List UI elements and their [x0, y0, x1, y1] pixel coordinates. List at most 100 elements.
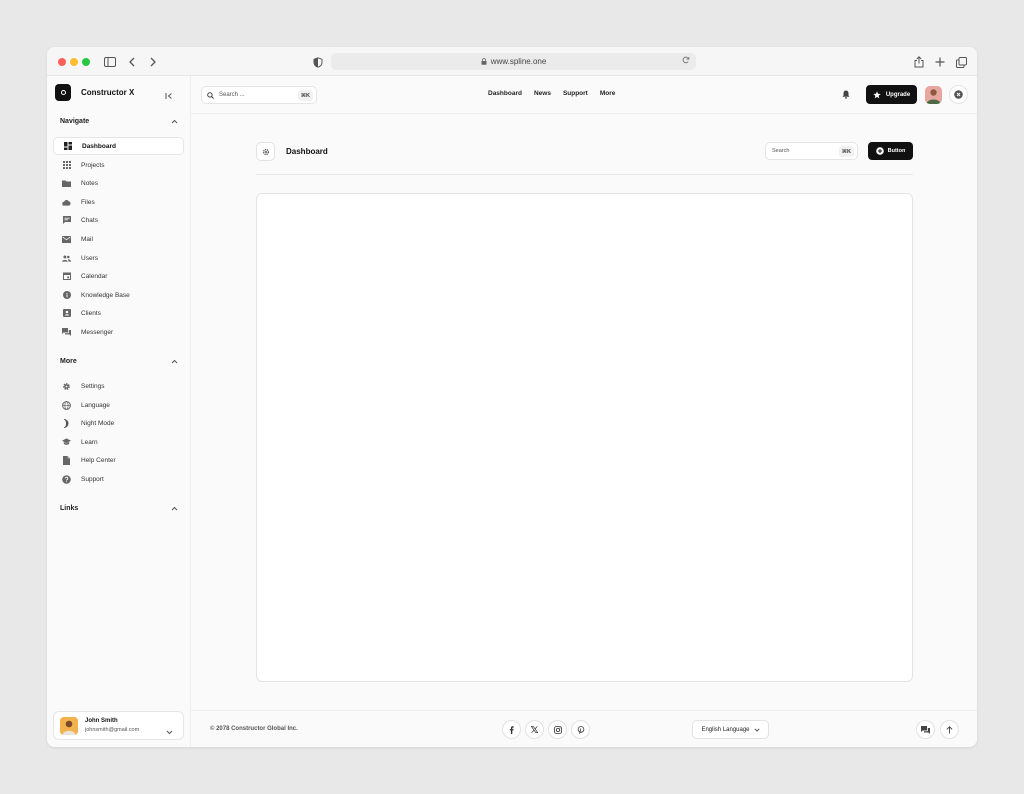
sidebar-item-label: Mail: [81, 235, 93, 243]
content-canvas: [256, 193, 913, 682]
navigate-section-header[interactable]: Navigate: [60, 118, 178, 125]
sidebar-item-label: Projects: [81, 161, 105, 169]
more-section-header[interactable]: More: [60, 358, 178, 365]
arrow-up-icon[interactable]: [940, 720, 959, 739]
moon-icon: [62, 418, 71, 428]
app-header: Search ... ⌘K Dashboard News Support Mor…: [191, 76, 977, 114]
primary-button[interactable]: Button: [868, 142, 913, 160]
footer: © 2078 Constructor Global Inc. English L…: [191, 710, 977, 747]
info-icon: [62, 291, 71, 300]
avatar: [60, 717, 78, 735]
new-tab-icon[interactable]: [933, 55, 947, 69]
sidebar-item-label: Support: [81, 475, 104, 483]
chat-icon[interactable]: [916, 720, 935, 739]
close-icon[interactable]: [949, 85, 968, 104]
upgrade-button[interactable]: Upgrade: [866, 85, 917, 104]
sidebar-item-chats[interactable]: Chats: [53, 211, 184, 229]
nav-link-news[interactable]: News: [534, 90, 551, 97]
sidebar-item-label: Knowledge Base: [81, 291, 130, 299]
sidebar-item-language[interactable]: Language: [53, 396, 184, 414]
calendar-icon: [62, 272, 71, 281]
facebook-icon[interactable]: [502, 720, 521, 739]
sidebar-item-label: Help Center: [81, 456, 116, 464]
sidebar-toggle-icon[interactable]: [103, 55, 117, 69]
brand[interactable]: Constructor X: [55, 84, 134, 101]
chevron-up-icon: [171, 359, 178, 364]
pinterest-icon[interactable]: [571, 720, 590, 739]
more-section-title: More: [60, 358, 77, 365]
sidebar-item-messenger[interactable]: Messenger: [53, 323, 184, 341]
search-icon: [207, 91, 214, 99]
sidebar-item-help-center[interactable]: Help Center: [53, 451, 184, 469]
sidebar-item-clients[interactable]: Clients: [53, 304, 184, 322]
chevron-down-icon[interactable]: [166, 722, 173, 740]
contact-icon: [62, 309, 71, 318]
page-settings-icon[interactable]: [256, 142, 275, 161]
search-shortcut: ⌘K: [297, 90, 313, 101]
sidebar-item-learn[interactable]: Learn: [53, 433, 184, 451]
browser-window: www.spline.one Constructor X Navigate Da…: [47, 47, 977, 747]
nav-link-dashboard[interactable]: Dashboard: [488, 90, 522, 97]
graduation-cap-icon: [62, 438, 71, 447]
shield-icon[interactable]: [311, 55, 325, 69]
plus-circle-icon: [875, 147, 884, 155]
sidebar-item-label: Notes: [81, 179, 98, 187]
sidebar-item-label: Messenger: [81, 328, 114, 336]
users-icon: [62, 254, 71, 263]
dashboard-icon: [63, 142, 72, 151]
sidebar-item-files[interactable]: Files: [53, 193, 184, 211]
search-input[interactable]: Search ... ⌘K: [201, 86, 317, 104]
links-section-header[interactable]: Links: [60, 505, 178, 512]
maximize-window-button[interactable]: [82, 58, 90, 66]
upgrade-label: Upgrade: [885, 91, 911, 98]
browser-titlebar: www.spline.one: [47, 47, 977, 76]
sidebar-item-label: Files: [81, 198, 95, 206]
close-window-button[interactable]: [58, 58, 66, 66]
sidebar-item-night-mode[interactable]: Night Mode: [53, 414, 184, 432]
sidebar-item-projects[interactable]: Projects: [53, 156, 184, 174]
user-card[interactable]: John Smith johnsmith@gmail.com: [53, 711, 184, 740]
nav-link-more[interactable]: More: [600, 90, 616, 97]
grid-icon: [62, 161, 71, 170]
sidebar-item-users[interactable]: Users: [53, 249, 184, 267]
bell-icon[interactable]: [840, 89, 851, 100]
forward-icon[interactable]: [146, 55, 160, 69]
gear-icon: [62, 382, 71, 391]
sidebar-item-calendar[interactable]: Calendar: [53, 267, 184, 285]
sidebar-item-support[interactable]: Support: [53, 470, 184, 488]
chevron-down-icon: [753, 727, 760, 732]
minimize-window-button[interactable]: [70, 58, 78, 66]
copyright-text: © 2078 Constructor Global Inc.: [210, 726, 298, 732]
help-icon: [62, 474, 71, 484]
tabs-overview-icon[interactable]: [954, 55, 968, 69]
globe-icon: [62, 400, 71, 410]
sidebar-item-notes[interactable]: Notes: [53, 174, 184, 192]
sidebar-item-dashboard[interactable]: Dashboard: [53, 137, 184, 155]
sidebar-item-label: Chats: [81, 216, 98, 224]
sidebar-item-settings[interactable]: Settings: [53, 377, 184, 395]
sidebar-item-knowledge-base[interactable]: Knowledge Base: [53, 286, 184, 304]
address-bar[interactable]: www.spline.one: [331, 53, 696, 70]
sidebar-item-label: Dashboard: [82, 142, 116, 150]
avatar[interactable]: [925, 86, 942, 104]
x-icon[interactable]: [525, 720, 544, 739]
nav-link-support[interactable]: Support: [563, 90, 588, 97]
page-search-input[interactable]: Search ⌘K: [765, 142, 858, 160]
sidebar-item-mail[interactable]: Mail: [53, 230, 184, 248]
sidebar-item-label: Learn: [81, 438, 98, 446]
mail-icon: [62, 235, 71, 244]
sidebar-item-label: Settings: [81, 382, 105, 390]
reload-icon[interactable]: [682, 56, 690, 66]
instagram-icon[interactable]: [548, 720, 567, 739]
share-icon[interactable]: [912, 55, 926, 69]
document-icon: [62, 455, 71, 465]
collapse-sidebar-icon[interactable]: [165, 87, 173, 105]
page-search-shortcut: ⌘K: [838, 146, 854, 157]
page-header: Dashboard Search ⌘K Button: [256, 142, 913, 175]
language-select[interactable]: English Language: [692, 720, 769, 739]
user-name: John Smith: [85, 718, 118, 724]
links-section-title: Links: [60, 505, 79, 512]
sidebar-item-label: Night Mode: [81, 419, 115, 427]
back-icon[interactable]: [125, 55, 139, 69]
chevron-up-icon: [171, 119, 178, 124]
